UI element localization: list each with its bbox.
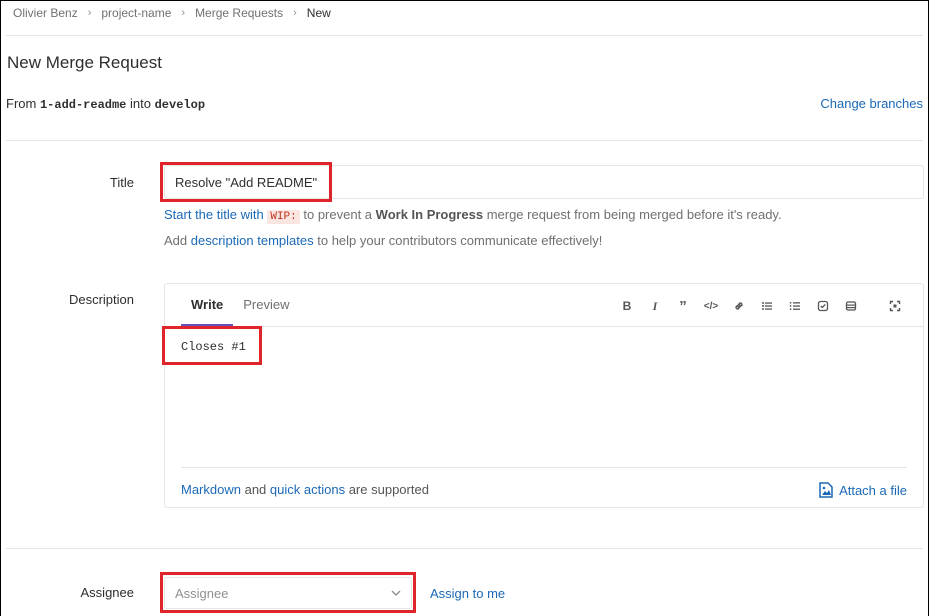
link-icon[interactable] (725, 298, 753, 314)
source-branch: 1-add-readme (39, 98, 127, 112)
chevron-right-icon: › (87, 7, 92, 19)
fullscreen-icon[interactable] (881, 298, 909, 314)
assignee-label: Assignee (80, 585, 134, 600)
description-editor: Write Preview B I ” </> Closes #1 Markdo… (164, 283, 924, 508)
code-icon[interactable]: </> (697, 298, 725, 314)
description-label: Description (68, 292, 134, 307)
breadcrumb-project[interactable]: project-name (101, 6, 171, 20)
attach-file-label: Attach a file (839, 482, 907, 498)
wip-hint-end: merge request from being merged before i… (486, 207, 782, 222)
branch-info: From 1-add-readme into develop (6, 96, 205, 112)
bold-icon[interactable]: B (613, 298, 641, 314)
supported-text: are supported (348, 482, 429, 497)
markdown-toolbar: B I ” </> (613, 298, 909, 315)
markdown-help: Markdown and quick actions are supported (181, 482, 429, 497)
italic-icon[interactable]: I (641, 298, 669, 314)
templates-hint: Add description templates to help your c… (164, 233, 602, 248)
quote-icon[interactable]: ” (669, 298, 697, 315)
divider (6, 140, 923, 141)
title-label: Title (109, 175, 134, 190)
from-label: From (6, 96, 37, 111)
highlight-title (160, 162, 332, 202)
change-branches-link[interactable]: Change branches (820, 96, 923, 111)
divider (6, 548, 923, 549)
breadcrumb-merge-requests[interactable]: Merge Requests (195, 6, 283, 20)
highlight-assignee (160, 572, 416, 613)
breadcrumb-current: New (306, 6, 331, 20)
page-title: New Merge Request (7, 53, 162, 72)
tab-write[interactable]: Write (181, 284, 234, 326)
target-branch: develop (154, 98, 206, 112)
divider (181, 467, 907, 468)
assign-to-me-link[interactable]: Assign to me (430, 586, 505, 601)
image-file-icon (819, 482, 833, 498)
chevron-right-icon: › (293, 7, 297, 19)
wip-code: WIP: (267, 210, 300, 224)
breadcrumb: Olivier Benz › project-name › Merge Requ… (13, 4, 331, 22)
into-label: into (130, 96, 151, 111)
bullet-list-icon[interactable] (753, 298, 781, 314)
and-text: and (244, 482, 267, 497)
templates-suffix: to help your contributors communicate ef… (317, 233, 603, 248)
chevron-right-icon: › (181, 7, 186, 19)
editor-tabs: Write Preview (181, 284, 300, 326)
numbered-list-icon[interactable] (781, 298, 809, 314)
wip-hint-strong: Work In Progress (375, 207, 484, 222)
tab-preview[interactable]: Preview (233, 284, 299, 326)
wip-hint-text: to prevent a (303, 207, 373, 222)
wip-hint: Start the title with WIP: to prevent a W… (164, 207, 782, 224)
markdown-link[interactable]: Markdown (181, 482, 241, 497)
quick-actions-link[interactable]: quick actions (270, 482, 345, 497)
table-icon[interactable] (837, 298, 865, 314)
description-templates-link[interactable]: description templates (191, 233, 314, 248)
highlight-description (162, 326, 262, 365)
breadcrumb-user[interactable]: Olivier Benz (13, 6, 78, 20)
divider (6, 35, 923, 36)
templates-prefix: Add (164, 233, 188, 248)
task-list-icon[interactable] (809, 298, 837, 314)
wip-hint-link[interactable]: Start the title with (164, 207, 264, 222)
attach-file-button[interactable]: Attach a file (819, 482, 907, 498)
divider (165, 326, 923, 327)
